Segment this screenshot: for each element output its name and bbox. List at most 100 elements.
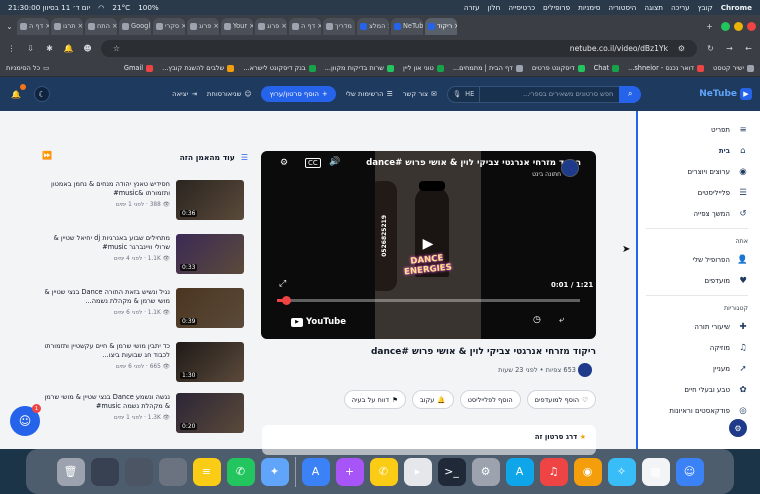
menu-dots-icon[interactable]: ⋮ [6, 43, 17, 54]
related-thumbnail[interactable]: 1:30 [176, 342, 244, 382]
upload-button[interactable]: + הוסף סרטון/ערוץ [261, 86, 336, 102]
dock-appstore-icon[interactable]: A [301, 457, 330, 486]
sidebar-item[interactable]: ✿ טבע ובעלי חיים [646, 379, 748, 400]
dock-setapp-icon[interactable]: + [335, 457, 364, 486]
wifi-icon[interactable]: ◠ [98, 3, 104, 12]
dock-bitdefender-icon[interactable]: ▸ [403, 457, 432, 486]
tab-close-icon[interactable]: × [454, 22, 457, 30]
dock-whatsapp-icon[interactable]: ✆ [226, 457, 255, 486]
dock-window-3-icon[interactable] [158, 457, 187, 486]
back-icon[interactable]: ← [743, 43, 754, 54]
sidebar-item[interactable]: ≡ תפריט [646, 119, 748, 140]
new-tab-icon[interactable]: + [704, 21, 715, 32]
dock-app-store-icon[interactable]: A [505, 457, 534, 486]
fast-forward-icon[interactable]: ⏩ [42, 151, 52, 160]
contact-link[interactable]: ✉ צור קשר [403, 90, 437, 98]
browser-tab[interactable]: דף ה × [289, 17, 321, 35]
related-video-title[interactable]: מתחילים שבוע באנרגיות dj יחיאל שטיין & ש… [40, 234, 170, 252]
menu-item[interactable]: חלון [488, 3, 501, 12]
add-to-playlist-button[interactable]: הוסף לפלייליסט [459, 390, 521, 409]
player-channel[interactable]: חתונה בינט [411, 171, 561, 178]
browser-tab[interactable]: דף ה × [17, 17, 49, 35]
bookmark-star-icon[interactable]: ☆ [111, 43, 122, 54]
sidebar-item[interactable]: ◎ פודקאסטים וראיונות [646, 400, 748, 421]
favorite-button[interactable]: ♡ הוסף למועדפים [526, 390, 596, 409]
weather[interactable]: 21°C [112, 3, 130, 12]
dock-safari-icon[interactable]: ✧ [607, 457, 636, 486]
menu-item[interactable]: קובץ [698, 3, 713, 12]
related-video-title[interactable]: נגשה ונשמע Dance בנצי שטיין & מושי שרמן … [40, 393, 170, 411]
user-menu[interactable]: ☺ שניאורסוחת [207, 90, 252, 98]
dock-chrome-icon[interactable]: ◉ [573, 457, 602, 486]
browser-tab[interactable]: ריקוד× [425, 17, 457, 35]
tab-close-icon[interactable]: × [354, 22, 355, 30]
tab-close-icon[interactable]: × [249, 22, 253, 30]
uploader-avatar[interactable] [578, 363, 592, 377]
menu-item[interactable]: כרטיסייה [508, 3, 535, 12]
captions-icon[interactable]: CC [305, 158, 321, 168]
dock-copilot-icon[interactable]: ✦ [260, 457, 289, 486]
bell-icon[interactable]: 🔔 [63, 43, 74, 54]
help-button[interactable]: ⚙ [729, 419, 747, 437]
share-icon[interactable]: ⤶ [559, 315, 564, 325]
minimize-button[interactable] [734, 21, 743, 31]
sidebar-item[interactable]: ◉ ערוצים ויוצרים [646, 161, 748, 182]
related-video-title[interactable]: נגיל ונשיש בזאת התורה Dance בנצי שטיין &… [40, 288, 170, 306]
follow-button[interactable]: 🔔 עקוב [411, 390, 454, 409]
notifications-button[interactable]: 🔔 [8, 84, 26, 102]
channel-avatar[interactable] [561, 159, 579, 177]
dock-window-2-icon[interactable] [124, 457, 153, 486]
volume-icon[interactable]: 🔊 [329, 157, 340, 167]
dark-mode-toggle[interactable]: ☾ [34, 86, 50, 102]
menu-item[interactable]: עזרה [464, 3, 480, 12]
related-video[interactable]: 1:30 כד יתבין מושי שרמן & חיים עקשטיין ות… [40, 342, 244, 382]
related-video[interactable]: 0:33 מתחילים שבוע באנרגיות dj יחיאל שטיין… [40, 234, 244, 274]
play-icon[interactable]: ▶ [419, 235, 437, 253]
search-input[interactable]: חפש סרטונים משאירים בספרי... [479, 85, 620, 103]
sidebar-item[interactable]: ↺ המשך צפייה [646, 203, 748, 224]
bookmark-item[interactable]: שלבים להשגת קובץ... [162, 64, 235, 72]
mic-icon[interactable]: 🎙 [453, 90, 461, 98]
close-button[interactable] [747, 21, 756, 31]
sidebar-item[interactable]: 👤 הפרופיל שלי [646, 249, 748, 270]
browser-tab[interactable]: סקרי × [153, 17, 185, 35]
dock-music-icon[interactable]: ♫ [539, 457, 568, 486]
profile-icon[interactable]: ☻ [82, 43, 93, 54]
tab-close-icon[interactable]: × [387, 22, 389, 30]
my-lists-link[interactable]: ☰ הרשימות שלי [346, 90, 393, 98]
progress-bar[interactable] [277, 296, 580, 305]
download-icon[interactable]: ⇩ [25, 43, 36, 54]
dock-launchpad-icon[interactable]: ▦ [641, 457, 670, 486]
netube-logo[interactable]: NeTube ▶ [699, 88, 752, 100]
logout-link[interactable]: ⇥ יציאה [172, 90, 197, 98]
bookmark-item[interactable]: Gmail [124, 64, 154, 72]
menu-item[interactable]: פרופילים [543, 3, 570, 12]
reload-icon[interactable]: ↻ [705, 43, 716, 54]
extensions-icon[interactable]: ✱ [44, 43, 55, 54]
dock-trash-icon[interactable]: 🗑 [56, 457, 85, 486]
menu-item[interactable]: Chrome [721, 3, 752, 12]
video-player[interactable]: 0526825219 DANCE ENERGIES ריקוד מזרחי אנ… [261, 151, 596, 339]
browser-tab[interactable]: המלצ× [357, 17, 389, 35]
related-thumbnail[interactable]: 0:39 [176, 288, 244, 328]
dock-window-1-icon[interactable] [90, 457, 119, 486]
fullscreen-icon[interactable]: ⤢ [279, 279, 286, 289]
related-video-title[interactable]: חסידיש טאנץ יהודה מנחים & נחמן באמטון ות… [40, 180, 170, 198]
related-thumbnail[interactable]: 0:20 [176, 393, 244, 433]
tab-close-icon[interactable]: × [281, 22, 287, 30]
bookmark-item[interactable]: טוני און ליין [403, 64, 444, 72]
bookmark-item[interactable]: דואר נכנס - shneior... [628, 64, 705, 72]
url-field[interactable]: ☆ netube.co.il/video/dBz1Yk ⚙ [101, 40, 697, 57]
settings-gear-icon[interactable]: ⚙ [280, 158, 288, 168]
dock-whatsapp-business-icon[interactable]: ✆ [369, 457, 398, 486]
browser-tab[interactable]: תרגו × [51, 17, 83, 35]
dock-finder-icon[interactable]: ☺ [675, 457, 704, 486]
sidebar-item[interactable]: ➚ מעניין [646, 358, 748, 379]
report-button[interactable]: ⚑ דווח על בעיה [343, 390, 406, 409]
related-video[interactable]: 0:39 נגיל ונשיש בזאת התורה Dance בנצי שטי… [40, 288, 244, 328]
site-info-icon[interactable]: ⚙ [676, 43, 687, 54]
browser-tab[interactable]: התח × [85, 17, 117, 35]
browser-tab[interactable]: Your × [221, 17, 253, 35]
dock-settings-icon[interactable]: ⚙ [471, 457, 500, 486]
browser-tab[interactable]: Googl× [119, 17, 151, 35]
